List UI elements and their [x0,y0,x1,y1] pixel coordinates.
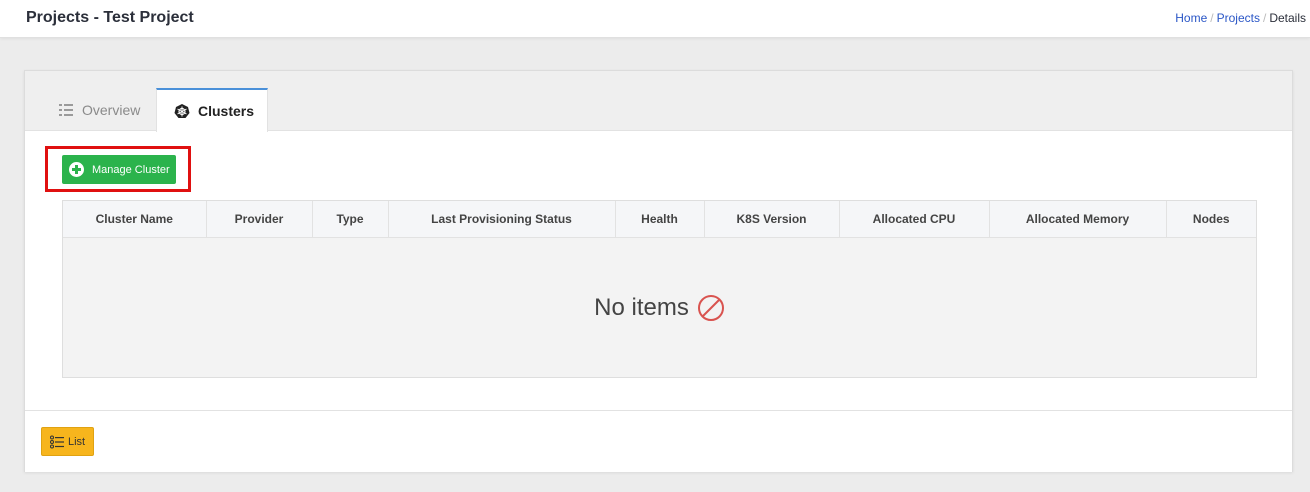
panel-footer: List [25,410,1292,472]
manage-cluster-label: Manage Cluster [92,163,170,176]
project-panel: Overview Clusters Manage Cluster Cluster… [24,70,1293,472]
tab-bar: Overview Clusters [25,71,1292,132]
list-icon [58,102,74,118]
column-header-last-provisioning-status[interactable]: Last Provisioning Status [388,201,616,238]
list-icon [50,435,64,449]
ban-icon [697,294,725,322]
table-header-row: Cluster Name Provider Type Last Provisio… [63,201,1256,238]
column-header-type[interactable]: Type [312,201,389,238]
tab-overview-label: Overview [82,101,141,118]
column-header-allocated-cpu[interactable]: Allocated CPU [839,201,990,238]
top-header: Projects - Test Project Home / Projects / De… [0,0,1310,38]
breadcrumb-separator: / [1210,11,1214,25]
column-header-allocated-memory[interactable]: Allocated Memory [989,201,1167,238]
breadcrumb-separator: / [1262,11,1267,25]
empty-state: No items [63,238,1256,378]
breadcrumb-projects[interactable]: Projects [1217,11,1260,25]
column-header-cluster-name[interactable]: Cluster Name [63,201,207,238]
list-button-label: List [68,435,86,448]
breadcrumb-details: Details [1269,11,1306,25]
column-header-health[interactable]: Health [615,201,705,238]
empty-state-text: No items [594,294,689,321]
plus-circle-icon [69,162,84,177]
list-button[interactable]: List [41,427,94,456]
tab-clusters[interactable]: Clusters [156,88,268,132]
breadcrumb-home[interactable]: Home [1175,11,1207,25]
clusters-table: Cluster Name Provider Type Last Provisio… [62,200,1257,378]
tab-clusters-label: Clusters [198,103,255,119]
page-title: Projects - Test Project [26,9,194,26]
column-header-provider[interactable]: Provider [206,201,313,238]
tab-overview[interactable]: Overview [58,88,140,131]
kubernetes-icon [174,103,190,119]
manage-cluster-button[interactable]: Manage Cluster [62,155,176,184]
column-header-k8s-version[interactable]: K8S Version [704,201,840,238]
column-header-nodes[interactable]: Nodes [1166,201,1256,238]
breadcrumb: Home / Projects / Details [1175,11,1306,25]
